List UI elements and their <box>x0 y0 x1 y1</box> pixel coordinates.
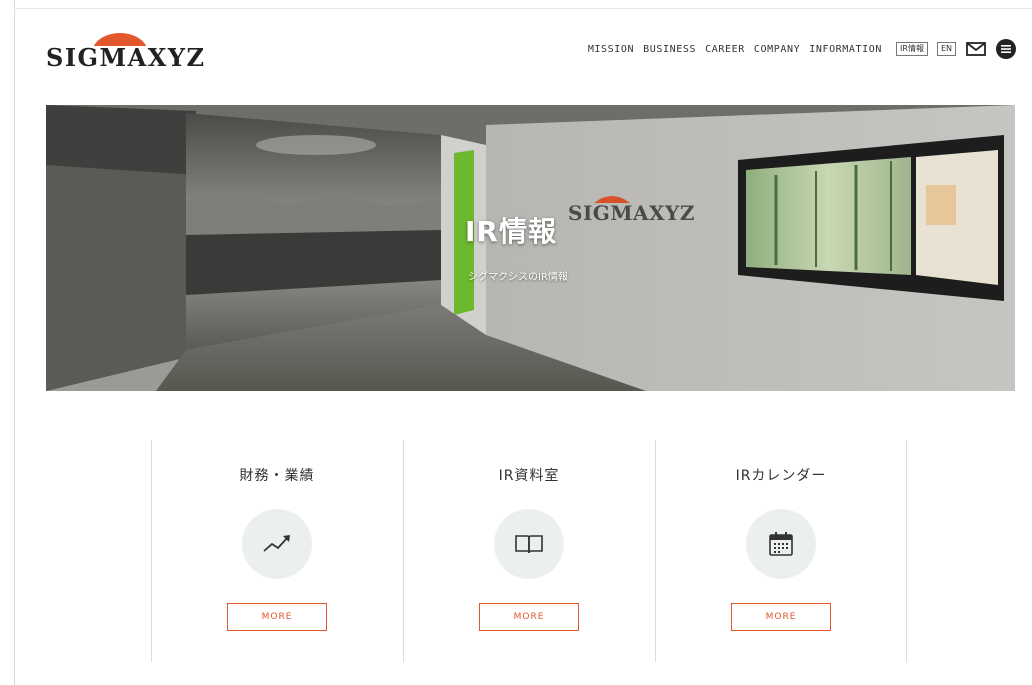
hero-banner: SIGMAXYZ IR情報 シグマクシスのIR情報 <box>46 105 1015 391</box>
card-title: 財務・業績 <box>239 468 315 484</box>
nav-business[interactable]: BUSINESS <box>643 44 696 55</box>
more-button-ir-calendar[interactable]: MORE <box>731 603 831 631</box>
calendar-icon <box>746 509 816 579</box>
mail-icon[interactable] <box>966 42 986 56</box>
card-title: IR資料室 <box>498 468 560 484</box>
nav-english[interactable]: EN <box>936 42 956 56</box>
page-left-border <box>14 0 15 685</box>
nav-information[interactable]: INFORMATION <box>809 44 882 55</box>
main-nav: MISSION BUSINESS CAREER COMPANY INFORMAT… <box>588 36 1016 62</box>
sigmaxyz-logo[interactable]: SIGMAXYZ <box>46 28 204 72</box>
book-icon <box>494 509 564 579</box>
trend-chart-icon <box>242 509 312 579</box>
hero-sign-text: SIGMAXYZ <box>568 201 695 225</box>
hero-title: IR情報 <box>465 215 557 248</box>
nav-company[interactable]: COMPANY <box>754 44 800 55</box>
card-ir-library[interactable]: IR資料室 MORE <box>403 440 655 662</box>
page-top-border <box>14 8 1032 9</box>
nav-mission[interactable]: MISSION <box>588 44 634 55</box>
card-ir-calendar[interactable]: IRカレンダー MORE <box>655 440 907 662</box>
nav-career[interactable]: CAREER <box>705 44 745 55</box>
card-financial[interactable]: 財務・業績 MORE <box>151 440 403 662</box>
menu-icon[interactable] <box>996 39 1016 59</box>
more-button-financial[interactable]: MORE <box>227 603 327 631</box>
ir-cards: 財務・業績 MORE IR資料室 MORE IRカレンダー MORE <box>151 440 907 662</box>
hero-subtitle: シグマクシスのIR情報 <box>468 272 568 283</box>
card-title: IRカレンダー <box>735 468 827 484</box>
nav-ir-info[interactable]: IR情報 <box>896 42 928 56</box>
logo-text: SIGMAXYZ <box>46 43 206 72</box>
more-button-ir-library[interactable]: MORE <box>479 603 579 631</box>
